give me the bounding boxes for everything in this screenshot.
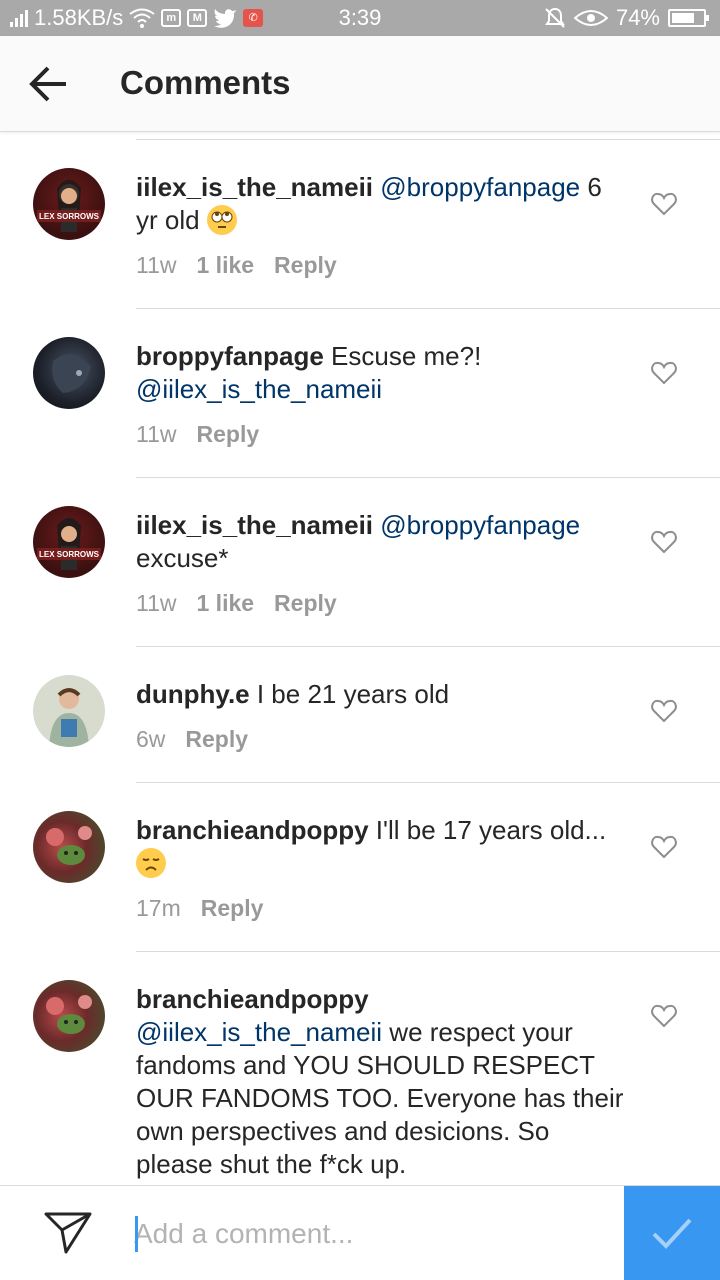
heart-icon[interactable]: [651, 192, 677, 216]
avatar[interactable]: [33, 337, 105, 409]
comment-username[interactable]: iilex_is_the_nameii: [136, 510, 373, 540]
avatar[interactable]: LEX SORROWS: [33, 506, 105, 578]
heart-icon[interactable]: [651, 835, 677, 859]
comment-username[interactable]: broppyfanpage: [136, 341, 324, 371]
avatar[interactable]: LEX SORROWS: [33, 168, 105, 240]
comment-username[interactable]: branchieandpoppy: [136, 984, 369, 1014]
comment-text: I be 21 years old: [249, 679, 450, 709]
back-button[interactable]: [22, 62, 74, 106]
avatar-image: [46, 826, 92, 865]
heart-icon[interactable]: [651, 530, 677, 554]
comment-body: broppyfanpage Escuse me?! @iilex_is_the_…: [136, 340, 626, 406]
avatar-label: LEX SORROWS: [39, 550, 100, 559]
comment-body: iilex_is_the_nameii @broppyfanpage excus…: [136, 509, 626, 575]
avatar-image: LEX SORROWS: [37, 180, 101, 232]
avatar[interactable]: [33, 980, 105, 1052]
avatar-image: [46, 995, 92, 1034]
eye-icon: [573, 10, 608, 26]
silent-icon: [545, 7, 565, 28]
comment-body: dunphy.e I be 21 years old: [136, 678, 626, 711]
comment-mention[interactable]: @iilex_is_the_nameii: [136, 1017, 382, 1047]
avatar[interactable]: [33, 675, 105, 747]
comment-body: iilex_is_the_nameii @broppyfanpage 6 yr …: [136, 171, 626, 237]
comment-time: 11w: [136, 590, 177, 616]
comment-item: dunphy.e I be 21 years old 6w Reply: [0, 647, 720, 783]
comment-mention[interactable]: @broppyfanpage: [380, 510, 580, 540]
heart-icon[interactable]: [651, 1004, 677, 1028]
page-title: Comments: [120, 64, 291, 101]
battery-percent: 74%: [615, 5, 660, 30]
comment-input[interactable]: [134, 1208, 604, 1260]
app-bar: Comments: [0, 36, 720, 132]
comment-item: branchieandpoppy @iilex_is_the_nameii we …: [0, 952, 720, 1185]
reply-button[interactable]: Reply: [185, 726, 248, 753]
comment-item: branchieandpoppy I'll be 17 years old...…: [0, 783, 720, 952]
arrow-left-icon: [29, 66, 66, 102]
comment-item: broppyfanpage Escuse me?! @iilex_is_the_…: [0, 309, 720, 478]
comment-time: 6w: [136, 726, 166, 752]
direct-share-button[interactable]: [42, 1208, 94, 1256]
comment-likes[interactable]: 1 like: [197, 252, 255, 279]
comment-input-bar: [0, 1185, 720, 1280]
avatar-image: LEX SORROWS: [37, 518, 101, 570]
comment-meta: 17m Reply: [136, 895, 263, 922]
heart-icon[interactable]: [651, 361, 677, 385]
comment-time: 17m: [136, 895, 181, 921]
battery-icon: [668, 9, 709, 27]
reply-button[interactable]: Reply: [274, 590, 337, 617]
comment-meta: 11w 1 like Reply: [136, 252, 337, 279]
battery-fill: [672, 13, 695, 23]
comment-username[interactable]: branchieandpoppy: [136, 815, 369, 845]
comment-username[interactable]: iilex_is_the_nameii: [136, 172, 373, 202]
comment-time: 11w: [136, 421, 177, 447]
comment-mention[interactable]: @iilex_is_the_nameii: [136, 374, 382, 404]
eye-roll-emoji: [206, 205, 237, 235]
comment-username[interactable]: dunphy.e: [136, 679, 250, 709]
avatar[interactable]: [33, 811, 105, 883]
reply-button[interactable]: Reply: [197, 421, 260, 448]
comment-text: Escuse me?!: [323, 341, 482, 371]
comment-mention[interactable]: @broppyfanpage: [380, 172, 580, 202]
comment-item: LEX SORROWS iilex_is_the_nameii @broppyf…: [0, 478, 720, 647]
status-bar: 1.58KB/s m M ✆ 3:39 74%: [0, 0, 720, 36]
avatar-image: [52, 354, 91, 393]
post-comment-button[interactable]: [624, 1186, 720, 1280]
comment-meta: 11w Reply: [136, 421, 259, 448]
comment-body: branchieandpoppy I'll be 17 years old...: [136, 814, 626, 880]
avatar-label: LEX SORROWS: [39, 212, 100, 221]
comment-time: 11w: [136, 252, 177, 278]
comment-likes[interactable]: 1 like: [197, 590, 255, 617]
comment-text: excuse*: [136, 543, 229, 573]
paper-plane-icon: [44, 1212, 92, 1254]
reply-button[interactable]: Reply: [274, 252, 337, 279]
comment-item: LEX SORROWS iilex_is_the_nameii @broppyf…: [0, 140, 720, 309]
status-right: 74%: [544, 5, 709, 31]
comment-text: I'll be 17 years old...: [368, 815, 607, 845]
comment-body: branchieandpoppy @iilex_is_the_nameii we …: [136, 983, 626, 1181]
comment-meta: 6w Reply: [136, 726, 248, 753]
checkmark-icon: [652, 1218, 692, 1249]
comment-meta: 11w 1 like Reply: [136, 590, 337, 617]
avatar-image: [49, 688, 89, 747]
text-caret: [135, 1216, 138, 1252]
heart-icon[interactable]: [651, 699, 677, 723]
disappointed-emoji: [136, 848, 166, 878]
reply-button[interactable]: Reply: [201, 895, 264, 922]
